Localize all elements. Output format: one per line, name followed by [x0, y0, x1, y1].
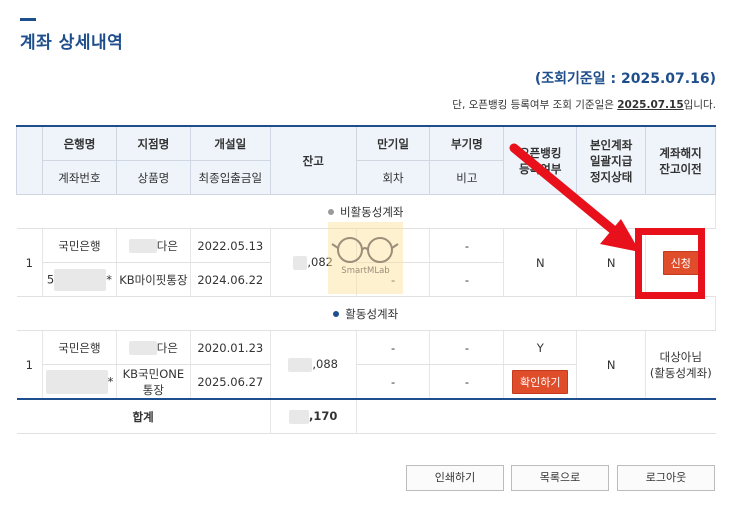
- header-bank: 은행명: [41, 125, 117, 161]
- bank-name: 국민은행: [42, 228, 117, 263]
- header-maturity: 만기일: [355, 125, 431, 161]
- section-title: 비활동성계좌: [340, 204, 404, 219]
- close-status-line1: 대상아님: [659, 349, 702, 364]
- account-number: *: [42, 364, 117, 400]
- page-title: 계좌 상세내역: [20, 33, 124, 53]
- date-basis: (조회기준일 : 2025.07.16): [534, 71, 716, 87]
- confirm-button[interactable]: 확인하기: [512, 369, 569, 394]
- notice-date: 2025.07.15: [617, 99, 684, 111]
- total-label: 합계: [16, 398, 271, 434]
- account-number: 5 *: [42, 262, 117, 297]
- balance-text: ,088: [312, 357, 338, 372]
- bank-name: 국민은행: [42, 330, 117, 365]
- total-row: 합계 ,170: [16, 398, 716, 434]
- close-status-line2: (활동성계좌): [649, 365, 712, 380]
- title-accent-bar: [20, 18, 36, 21]
- masked-text: [293, 255, 308, 270]
- sub-name: -: [429, 228, 505, 263]
- header-auth-line1: 본인계좌: [589, 137, 633, 152]
- remark: -: [429, 364, 505, 400]
- row-number: 1: [16, 330, 43, 400]
- branch-text: 다은: [156, 238, 178, 253]
- ob-registration: N: [503, 228, 578, 297]
- account-star: *: [107, 374, 114, 388]
- branch-text: 다은: [156, 340, 178, 355]
- product-name: KB국민ONE 통장: [116, 364, 191, 400]
- header-ob-registration: 오픈뱅킹 등록여부: [503, 125, 578, 195]
- header-close-line2: 잔고이전: [659, 161, 702, 176]
- header-row-1: 은행명 지점명 개설일 잔고 만기일 부기명 오픈뱅킹 등록여부 본인계좌 일괄…: [16, 125, 716, 195]
- header-no: [16, 125, 43, 195]
- openbanking-notice: 단, 오픈뱅킹 등록여부 조회 기준일은 2025.07.15입니다.: [452, 97, 716, 112]
- total-balance: ,170: [270, 398, 357, 434]
- header-ob-line2: 등록여부: [519, 161, 562, 176]
- masked-text: [128, 341, 157, 355]
- header-remark: 비고: [429, 160, 505, 195]
- highlight-box: [635, 228, 705, 299]
- header-close-line1: 계좌해지: [659, 145, 702, 160]
- remark: -: [429, 262, 505, 297]
- sub-name: -: [429, 330, 505, 365]
- total-balance-text: ,170: [309, 409, 338, 424]
- open-date: 2022.05.13: [190, 228, 271, 263]
- branch-name: 다은: [116, 330, 191, 365]
- section-title: 활동성계좌: [345, 306, 399, 321]
- masked-text: [54, 268, 107, 291]
- active-row-top: 1 국민은행 다은 2020.01.23 ,088 - - Y N 대상아님 (…: [16, 330, 716, 400]
- total-empty: [356, 398, 716, 434]
- notice-suffix: 입니다.: [683, 99, 716, 111]
- maturity-date: -: [356, 330, 431, 365]
- ob-registration: Y: [503, 330, 578, 365]
- close-transfer-status: 대상아님 (활동성계좌): [645, 330, 716, 400]
- account-prefix: 5: [46, 272, 55, 286]
- header-product: 상품명: [115, 160, 191, 195]
- header-close-transfer: 계좌해지 잔고이전: [645, 125, 716, 195]
- logout-button[interactable]: 로그아웃: [617, 465, 715, 491]
- header-auth-line3: 정지상태: [589, 169, 633, 184]
- list-button[interactable]: 목록으로: [511, 465, 609, 491]
- branch-name: 다은: [116, 228, 191, 263]
- print-button[interactable]: 인쇄하기: [406, 465, 504, 491]
- watermark-text: SmartMLab: [341, 266, 390, 276]
- header-branch: 지점명: [115, 125, 191, 161]
- header-balance: 잔고: [269, 125, 357, 195]
- masked-text: [128, 239, 157, 253]
- header-auth-status: 본인계좌 일괄지급 정지상태: [576, 125, 647, 195]
- account-star: *: [106, 272, 112, 286]
- last-transaction-date: 2025.06.27: [190, 364, 271, 400]
- row-number: 1: [16, 228, 43, 297]
- masked-text: [289, 409, 309, 424]
- auth-status: N: [576, 330, 647, 400]
- header-account-no: 계좌번호: [41, 160, 117, 195]
- open-date: 2020.01.23: [190, 330, 271, 365]
- header-sub-name: 부기명: [429, 125, 505, 161]
- header-auth-line2: 일괄지급: [589, 153, 633, 168]
- notice-prefix: 단, 오픈뱅킹 등록여부 조회 기준일은: [452, 99, 618, 111]
- watermark-logo: SmartMLab: [328, 222, 403, 294]
- bullet-dot-icon: [328, 209, 334, 215]
- balance: ,088: [270, 330, 357, 400]
- header-ob-line1: 오픈뱅킹: [519, 145, 562, 160]
- masked-text: [45, 369, 108, 394]
- header-last-txn: 최종입출금일: [189, 160, 271, 195]
- ob-confirm-cell: 확인하기: [503, 364, 578, 400]
- section-active-label: 활동성계좌: [16, 296, 716, 331]
- header-round: 회차: [355, 160, 431, 195]
- product-name: KB마이핏통장: [116, 262, 191, 297]
- section-active: 활동성계좌: [16, 296, 716, 331]
- bullet-dot-icon: [333, 311, 340, 317]
- last-transaction-date: 2024.06.22: [190, 262, 271, 297]
- round: -: [356, 364, 431, 400]
- header-open-date: 개설일: [189, 125, 271, 161]
- masked-text: [288, 357, 313, 372]
- glasses-icon: [331, 237, 399, 263]
